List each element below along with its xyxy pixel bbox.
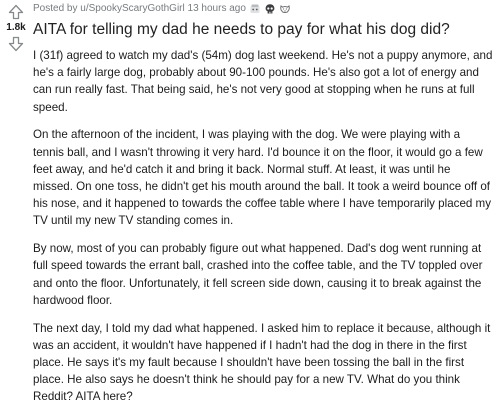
post-paragraph: The next day, I told my dad what happene… bbox=[33, 321, 491, 404]
reddit-post: 1.8k Posted by u/SpookyScaryGothGirl 13 … bbox=[0, 0, 500, 415]
posted-by[interactable]: Posted by u/SpookyScaryGothGirl bbox=[33, 2, 185, 16]
post-body: I (31f) agreed to watch my dad's (54m) d… bbox=[33, 47, 493, 406]
post-meta: Posted by u/SpookyScaryGothGirl 13 hours… bbox=[33, 2, 493, 16]
downvote-icon[interactable] bbox=[8, 36, 24, 52]
post-content: Posted by u/SpookyScaryGothGirl 13 hours… bbox=[33, 0, 493, 415]
wholesome-award-icon[interactable] bbox=[249, 3, 261, 15]
post-paragraph: I (31f) agreed to watch my dad's (54m) d… bbox=[33, 49, 493, 114]
post-title[interactable]: AITA for telling my dad he needs to pay … bbox=[33, 20, 493, 40]
dog-award-icon[interactable] bbox=[279, 3, 291, 15]
skull-award-icon[interactable] bbox=[264, 3, 276, 15]
post-paragraph: On the afternoon of the incident, I was … bbox=[33, 128, 492, 228]
vote-column: 1.8k bbox=[0, 0, 32, 415]
upvote-icon[interactable] bbox=[8, 4, 24, 20]
vote-score: 1.8k bbox=[6, 22, 26, 33]
post-paragraph: By now, most of you can probably figure … bbox=[33, 242, 483, 307]
post-time[interactable]: 13 hours ago bbox=[188, 2, 246, 16]
